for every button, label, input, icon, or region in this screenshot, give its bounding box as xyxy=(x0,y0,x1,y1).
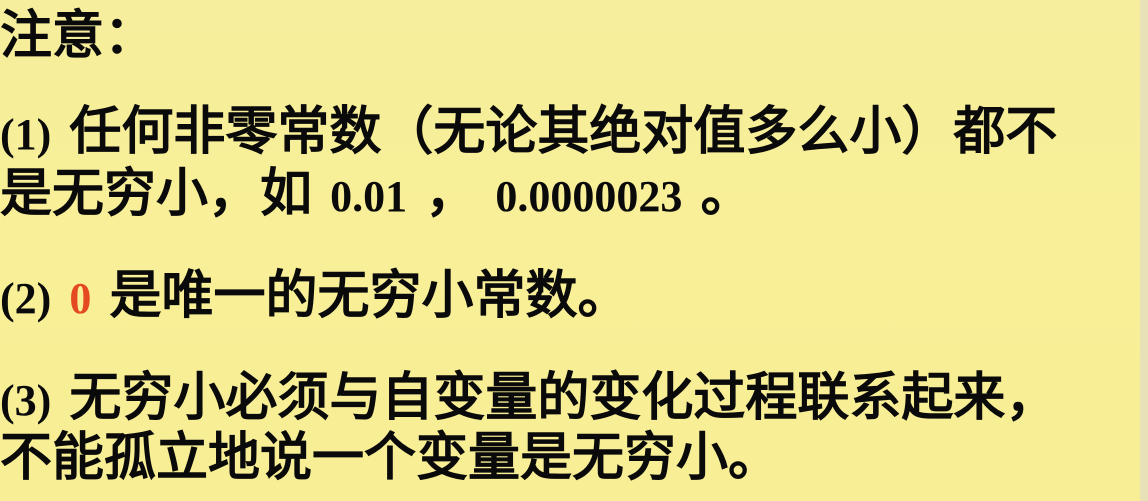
item-2-highlight-zero: 0 xyxy=(69,274,92,323)
item-1-text-line-1: 任何非零常数（无论其绝对值多么小）都不 xyxy=(69,101,1058,162)
item-2-line: (2) 0 是唯一的无穷小常数。 xyxy=(0,270,630,322)
item-1-separator: ， xyxy=(425,163,478,224)
item-1-marker: (1) xyxy=(0,110,52,159)
item-1-line-1: (1) 任何非零常数（无论其绝对值多么小）都不 xyxy=(0,106,1057,158)
item-1-ending: 。 xyxy=(700,163,753,224)
item-3-text-line-1: 无穷小必须与自变量的变化过程联系起来， xyxy=(69,367,1058,428)
item-3-text-line-2: 不能孤立地说一个变量是无穷小。 xyxy=(0,427,781,488)
heading: 注意： xyxy=(0,5,157,66)
item-1-line-2: 是无穷小，如 0.01 ， 0.0000023 。 xyxy=(0,168,752,220)
item-2-marker: (2) xyxy=(0,274,52,323)
item-1-example-1: 0.01 xyxy=(330,172,408,221)
item-3-marker: (3) xyxy=(0,376,52,425)
item-1-example-2: 0.0000023 xyxy=(495,172,683,221)
item-3-line-1: (3) 无穷小必须与自变量的变化过程联系起来， xyxy=(0,372,1057,424)
right-edge-strip xyxy=(1140,0,1148,501)
item-1-text-line-2-prefix: 是无穷小，如 xyxy=(0,163,331,224)
item-3-line-2: 不能孤立地说一个变量是无穷小。 xyxy=(0,432,780,484)
slide-page: 注意： (1) 任何非零常数（无论其绝对值多么小）都不 是无穷小，如 0.01 … xyxy=(0,0,1148,501)
item-2-text: 是唯一的无穷小常数。 xyxy=(109,265,630,326)
